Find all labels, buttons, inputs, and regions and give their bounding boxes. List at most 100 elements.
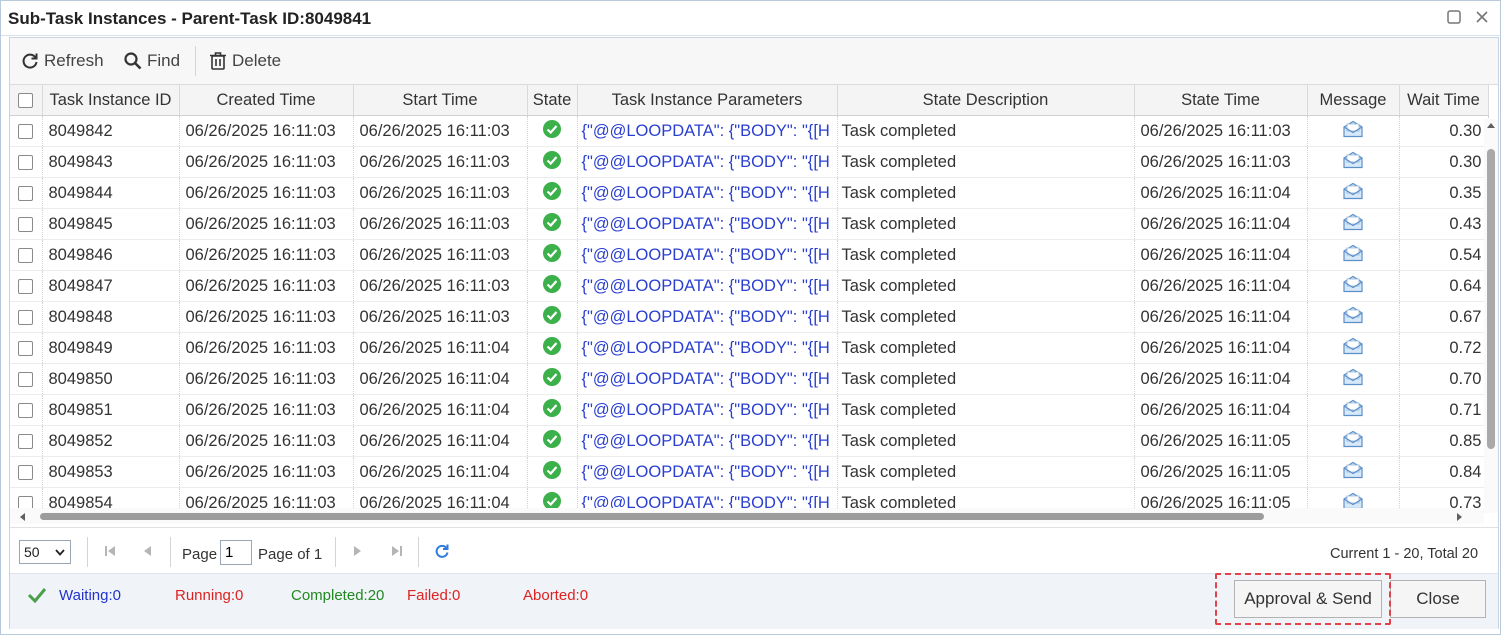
checkbox-box[interactable] bbox=[18, 185, 34, 201]
column-header-message[interactable]: Message bbox=[1307, 85, 1400, 116]
envelope-icon[interactable] bbox=[1342, 430, 1364, 448]
scroll-up-arrow-icon[interactable] bbox=[1486, 121, 1496, 129]
table-row[interactable]: 8049853 06/26/2025 16:11:03 06/26/2025 16:… bbox=[10, 456, 1489, 488]
vertical-scroll-thumb[interactable] bbox=[1487, 149, 1495, 449]
row-checkbox[interactable] bbox=[10, 239, 43, 271]
maximize-icon[interactable] bbox=[1446, 9, 1462, 25]
page-size-select[interactable]: 50 bbox=[19, 540, 71, 564]
scroll-left-arrow-icon[interactable] bbox=[18, 512, 26, 522]
close-button[interactable]: Close bbox=[1390, 580, 1486, 618]
envelope-icon[interactable] bbox=[1342, 120, 1364, 138]
table-row[interactable]: 8049844 06/26/2025 16:11:03 06/26/2025 16:… bbox=[10, 177, 1489, 209]
cell-task-instance-parameters[interactable]: {"@@LOOPDATA": {"BODY": "{[H bbox=[577, 394, 838, 426]
row-checkbox[interactable] bbox=[10, 115, 43, 147]
horizontal-scrollbar[interactable] bbox=[10, 508, 1484, 524]
cell-message[interactable] bbox=[1307, 115, 1400, 147]
checkbox-box[interactable] bbox=[18, 123, 34, 139]
table-row[interactable]: 8049848 06/26/2025 16:11:03 06/26/2025 16:… bbox=[10, 301, 1489, 333]
envelope-icon[interactable] bbox=[1342, 399, 1364, 417]
row-checkbox[interactable] bbox=[10, 332, 43, 364]
table-row[interactable]: 8049842 06/26/2025 16:11:03 06/26/2025 16:… bbox=[10, 115, 1489, 147]
cell-message[interactable] bbox=[1307, 301, 1400, 333]
cell-message[interactable] bbox=[1307, 239, 1400, 271]
envelope-icon[interactable] bbox=[1342, 275, 1364, 293]
column-header-state-description[interactable]: State Description bbox=[837, 85, 1135, 116]
reload-icon[interactable] bbox=[434, 543, 450, 559]
cell-message[interactable] bbox=[1307, 363, 1400, 395]
cell-message[interactable] bbox=[1307, 394, 1400, 426]
envelope-icon[interactable] bbox=[1342, 337, 1364, 355]
column-header-created-time[interactable]: Created Time bbox=[179, 85, 354, 116]
checkbox-box[interactable] bbox=[18, 247, 34, 263]
cell-task-instance-parameters[interactable]: {"@@LOOPDATA": {"BODY": "{[H bbox=[577, 425, 838, 457]
row-checkbox[interactable] bbox=[10, 425, 43, 457]
first-page-icon[interactable] bbox=[103, 544, 117, 558]
close-icon[interactable] bbox=[1474, 9, 1490, 25]
envelope-icon[interactable] bbox=[1342, 213, 1364, 231]
horizontal-scroll-thumb[interactable] bbox=[40, 513, 1264, 520]
row-checkbox[interactable] bbox=[10, 301, 43, 333]
table-row[interactable]: 8049843 06/26/2025 16:11:03 06/26/2025 16:… bbox=[10, 146, 1489, 178]
table-row[interactable]: 8049845 06/26/2025 16:11:03 06/26/2025 16:… bbox=[10, 208, 1489, 240]
next-page-icon[interactable] bbox=[350, 544, 364, 558]
column-header-wait-time[interactable]: Wait Time bbox=[1399, 85, 1489, 116]
cell-task-instance-parameters[interactable]: {"@@LOOPDATA": {"BODY": "{[H bbox=[577, 146, 838, 178]
envelope-icon[interactable] bbox=[1342, 306, 1364, 324]
checkbox-box[interactable] bbox=[18, 92, 34, 108]
cell-task-instance-parameters[interactable]: {"@@LOOPDATA": {"BODY": "{[H bbox=[577, 301, 838, 333]
select-all-checkbox[interactable] bbox=[10, 85, 43, 116]
scroll-right-arrow-icon[interactable] bbox=[1456, 512, 1464, 522]
column-header-state[interactable]: State bbox=[527, 85, 578, 116]
table-row[interactable]: 8049850 06/26/2025 16:11:03 06/26/2025 16:… bbox=[10, 363, 1489, 395]
refresh-button[interactable]: Refresh bbox=[20, 50, 104, 72]
column-header-task-instance-parameters[interactable]: Task Instance Parameters bbox=[577, 85, 838, 116]
cell-task-instance-parameters[interactable]: {"@@LOOPDATA": {"BODY": "{[H bbox=[577, 239, 838, 271]
cell-message[interactable] bbox=[1307, 177, 1400, 209]
cell-message[interactable] bbox=[1307, 146, 1400, 178]
cell-task-instance-parameters[interactable]: {"@@LOOPDATA": {"BODY": "{[H bbox=[577, 332, 838, 364]
row-checkbox[interactable] bbox=[10, 270, 43, 302]
row-checkbox[interactable] bbox=[10, 394, 43, 426]
column-header-task-instance-id[interactable]: Task Instance ID bbox=[42, 85, 180, 116]
cell-message[interactable] bbox=[1307, 208, 1400, 240]
cell-task-instance-parameters[interactable]: {"@@LOOPDATA": {"BODY": "{[H bbox=[577, 456, 838, 488]
checkbox-box[interactable] bbox=[18, 402, 34, 418]
row-checkbox[interactable] bbox=[10, 146, 43, 178]
last-page-icon[interactable] bbox=[390, 544, 404, 558]
page-number-input[interactable] bbox=[220, 540, 252, 565]
cell-message[interactable] bbox=[1307, 456, 1400, 488]
cell-message[interactable] bbox=[1307, 270, 1400, 302]
cell-message[interactable] bbox=[1307, 425, 1400, 457]
table-row[interactable]: 8049849 06/26/2025 16:11:03 06/26/2025 16:… bbox=[10, 332, 1489, 364]
checkbox-box[interactable] bbox=[18, 433, 34, 449]
checkbox-box[interactable] bbox=[18, 340, 34, 356]
envelope-icon[interactable] bbox=[1342, 182, 1364, 200]
column-header-state-time[interactable]: State Time bbox=[1134, 85, 1308, 116]
table-row[interactable]: 8049847 06/26/2025 16:11:03 06/26/2025 16:… bbox=[10, 270, 1489, 302]
row-checkbox[interactable] bbox=[10, 177, 43, 209]
checkbox-box[interactable] bbox=[18, 464, 34, 480]
table-row[interactable]: 8049851 06/26/2025 16:11:03 06/26/2025 16:… bbox=[10, 394, 1489, 426]
row-checkbox[interactable] bbox=[10, 363, 43, 395]
checkbox-box[interactable] bbox=[18, 371, 34, 387]
cell-task-instance-parameters[interactable]: {"@@LOOPDATA": {"BODY": "{[H bbox=[577, 208, 838, 240]
cell-task-instance-parameters[interactable]: {"@@LOOPDATA": {"BODY": "{[H bbox=[577, 363, 838, 395]
envelope-icon[interactable] bbox=[1342, 492, 1364, 510]
envelope-icon[interactable] bbox=[1342, 368, 1364, 386]
envelope-icon[interactable] bbox=[1342, 151, 1364, 169]
checkbox-box[interactable] bbox=[18, 278, 34, 294]
row-checkbox[interactable] bbox=[10, 208, 43, 240]
cell-task-instance-parameters[interactable]: {"@@LOOPDATA": {"BODY": "{[H bbox=[577, 177, 838, 209]
checkbox-box[interactable] bbox=[18, 154, 34, 170]
vertical-scrollbar[interactable] bbox=[1484, 119, 1498, 513]
previous-page-icon[interactable] bbox=[141, 544, 155, 558]
find-button[interactable]: Find bbox=[123, 50, 180, 72]
delete-button[interactable]: Delete bbox=[208, 50, 281, 72]
column-header-start-time[interactable]: Start Time bbox=[353, 85, 528, 116]
checkbox-box[interactable] bbox=[18, 309, 34, 325]
cell-task-instance-parameters[interactable]: {"@@LOOPDATA": {"BODY": "{[H bbox=[577, 270, 838, 302]
envelope-icon[interactable] bbox=[1342, 244, 1364, 262]
envelope-icon[interactable] bbox=[1342, 461, 1364, 479]
table-row[interactable]: 8049846 06/26/2025 16:11:03 06/26/2025 16:… bbox=[10, 239, 1489, 271]
row-checkbox[interactable] bbox=[10, 456, 43, 488]
